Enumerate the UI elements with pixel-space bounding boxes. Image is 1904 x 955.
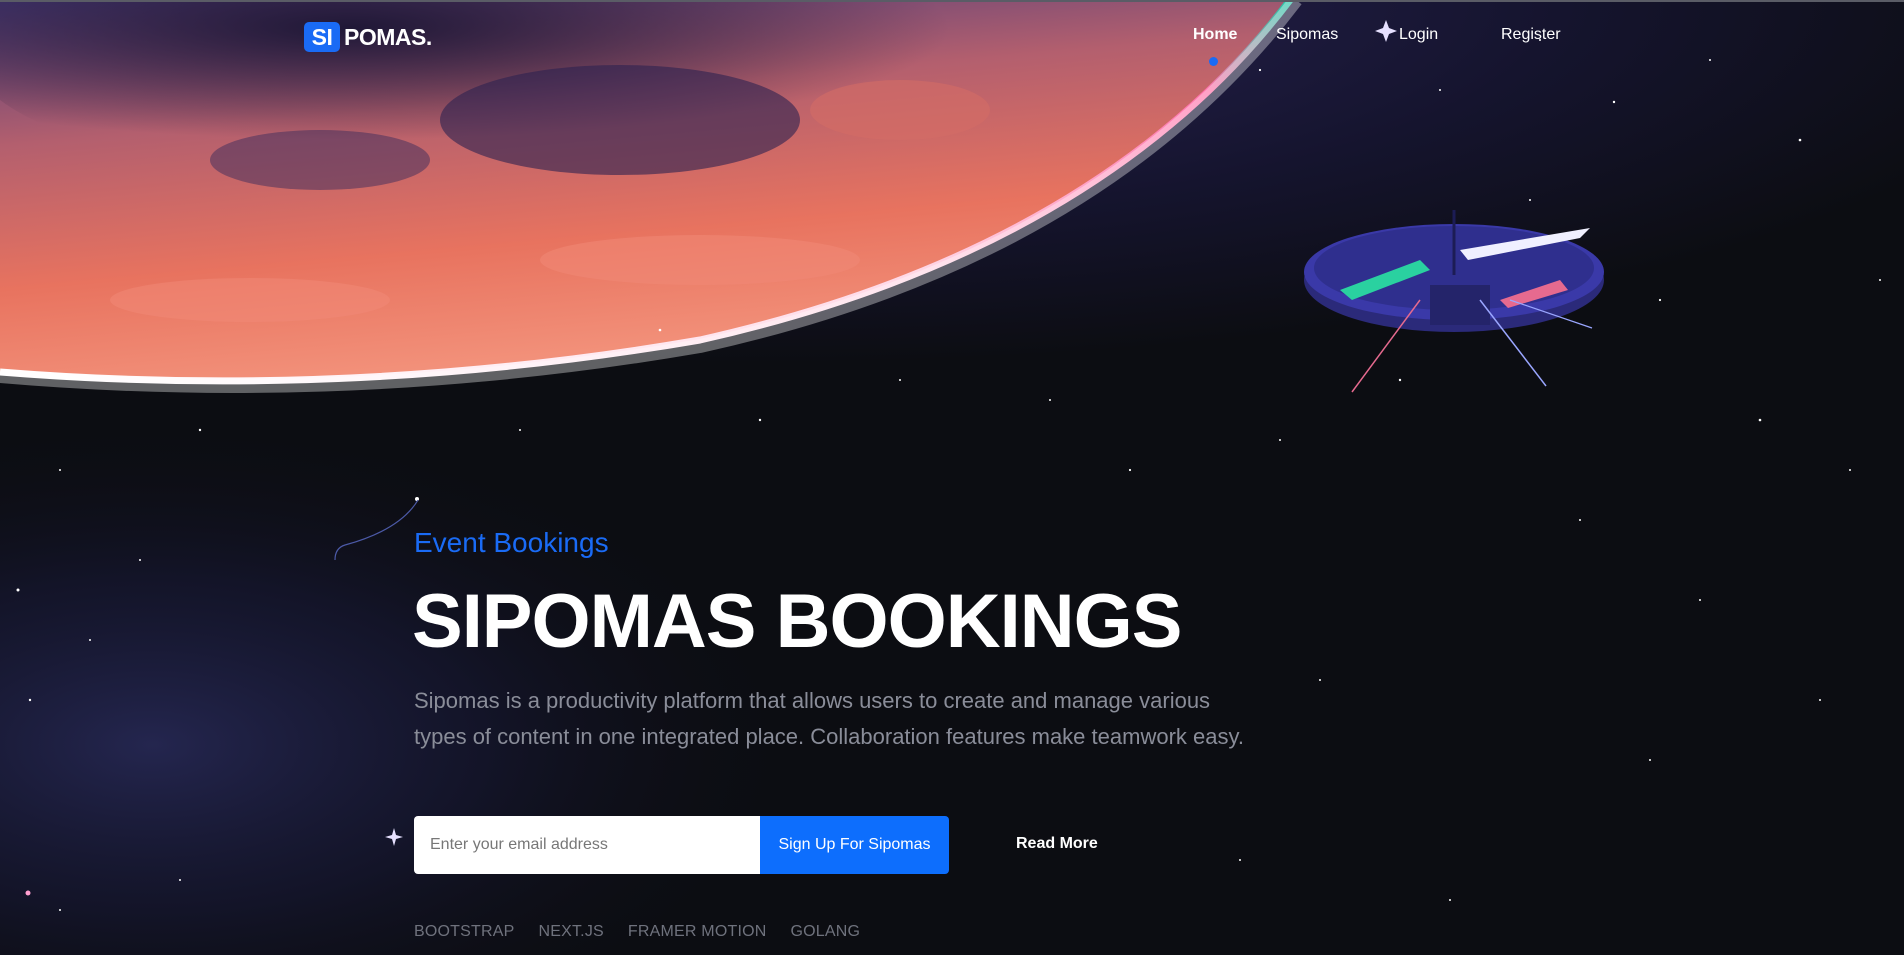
hero-eyebrow: Event Bookings [414,527,609,558]
nav-item-register[interactable]: Register [1501,26,1561,44]
nav-item-login[interactable]: Login [1399,26,1438,44]
active-nav-indicator [1209,57,1218,66]
signup-form: Sign Up For Sipomas [414,816,949,874]
read-more-link[interactable]: Read More [1016,835,1098,853]
email-input[interactable] [414,816,760,874]
main-nav: Home Sipomas Login Register [0,26,1904,52]
tech-stack-list: BOOTSTRAP NEXT.JS FRAMER MOTION GOLANG [414,923,884,941]
signup-button[interactable]: Sign Up For Sipomas [760,816,949,874]
tech-item: NEXT.JS [538,923,604,940]
nav-item-home[interactable]: Home [1193,26,1237,44]
tech-item: GOLANG [790,923,861,940]
hero-title: SIPOMAS BOOKINGS [412,579,1182,664]
hero-description: Sipomas is a productivity platform that … [414,688,1244,749]
top-border [0,0,1904,2]
hero-background-illustration [0,0,1904,955]
tech-item: FRAMER MOTION [627,923,767,940]
tech-item: BOOTSTRAP [414,923,515,940]
nav-item-sipomas[interactable]: Sipomas [1276,26,1338,44]
